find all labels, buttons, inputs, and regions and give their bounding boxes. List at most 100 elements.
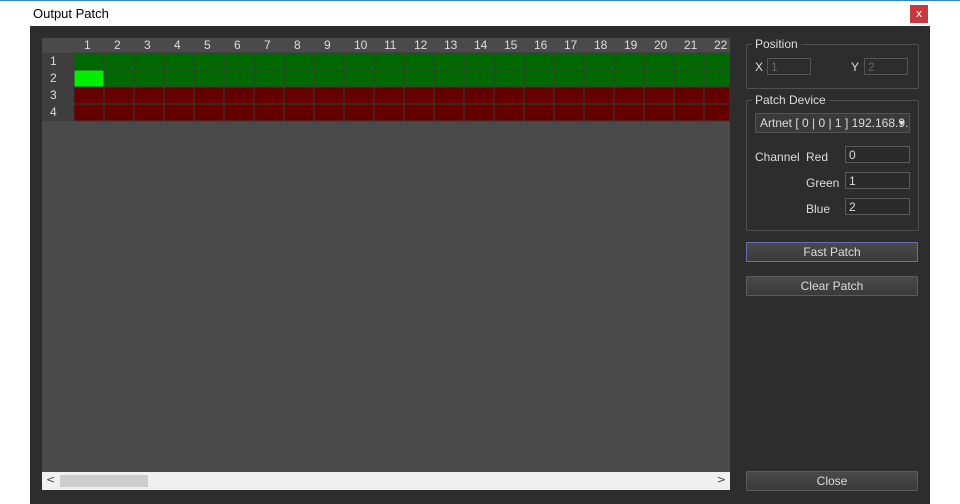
grid-cell[interactable]	[403, 86, 435, 105]
scroll-left-icon[interactable]: <	[46, 473, 55, 486]
grid-cell[interactable]	[163, 69, 195, 88]
grid-cell[interactable]	[553, 52, 585, 71]
grid-cell[interactable]	[703, 52, 730, 71]
grid-cell[interactable]	[283, 52, 315, 71]
grid-cell[interactable]	[403, 103, 435, 122]
grid-cell[interactable]	[463, 103, 495, 122]
grid-cell[interactable]	[253, 69, 285, 88]
grid-cell[interactable]	[73, 52, 105, 71]
grid-cell[interactable]	[583, 52, 615, 71]
grid-cell[interactable]	[193, 103, 225, 122]
grid-cell[interactable]	[103, 103, 135, 122]
grid-cell[interactable]	[253, 86, 285, 105]
grid-cell[interactable]	[103, 69, 135, 88]
grid-cell[interactable]	[133, 86, 165, 105]
grid-cell[interactable]	[583, 103, 615, 122]
grid-cell[interactable]	[613, 52, 645, 71]
grid-cell[interactable]	[493, 103, 525, 122]
grid-cell[interactable]	[583, 69, 615, 88]
grid-cell[interactable]	[643, 86, 675, 105]
grid-cell[interactable]	[163, 86, 195, 105]
grid-cell[interactable]	[313, 69, 345, 88]
grid-cell[interactable]	[553, 103, 585, 122]
grid-cell[interactable]	[193, 52, 225, 71]
grid-cell[interactable]	[253, 103, 285, 122]
grid-cell[interactable]	[103, 52, 135, 71]
grid-cell[interactable]	[343, 86, 375, 105]
grid-cell[interactable]	[433, 52, 465, 71]
grid-cell[interactable]	[643, 103, 675, 122]
grid-cell[interactable]	[463, 69, 495, 88]
grid-cell[interactable]	[133, 69, 165, 88]
grid-cell[interactable]	[223, 103, 255, 122]
y-field[interactable]: 2	[864, 58, 908, 75]
grid-cell[interactable]	[583, 86, 615, 105]
grid-cell[interactable]	[253, 52, 285, 71]
grid-cell[interactable]	[643, 69, 675, 88]
grid-cell[interactable]	[163, 52, 195, 71]
grid-cell[interactable]	[463, 52, 495, 71]
grid-cell[interactable]	[163, 103, 195, 122]
grid-cell[interactable]	[373, 69, 405, 88]
grid-cell[interactable]	[133, 52, 165, 71]
grid-cell[interactable]	[103, 86, 135, 105]
grid-cell[interactable]	[703, 86, 730, 105]
red-channel-field[interactable]: 0	[845, 146, 910, 163]
grid-cell[interactable]	[553, 69, 585, 88]
grid-cell[interactable]	[553, 86, 585, 105]
grid-cell[interactable]	[673, 52, 705, 71]
grid-cell[interactable]	[433, 69, 465, 88]
grid-cell[interactable]	[343, 52, 375, 71]
grid-cell[interactable]	[313, 52, 345, 71]
grid-cell[interactable]	[373, 103, 405, 122]
grid-cell[interactable]	[133, 103, 165, 122]
green-channel-field[interactable]: 1	[845, 172, 910, 189]
grid-cell[interactable]	[283, 86, 315, 105]
grid-cell[interactable]	[433, 86, 465, 105]
grid-cell[interactable]	[283, 69, 315, 88]
x-field[interactable]: 1	[767, 58, 811, 75]
grid-cell[interactable]	[403, 69, 435, 88]
grid-cell[interactable]	[643, 52, 675, 71]
close-button[interactable]: Close	[746, 471, 918, 491]
grid-cell[interactable]	[223, 52, 255, 71]
grid-cell[interactable]	[373, 86, 405, 105]
grid-cell[interactable]	[73, 86, 105, 105]
horizontal-scrollbar[interactable]: < >	[42, 472, 730, 490]
grid-cell[interactable]	[313, 103, 345, 122]
grid-cell-selected[interactable]	[73, 69, 105, 88]
clear-patch-button[interactable]: Clear Patch	[746, 276, 918, 296]
fast-patch-button[interactable]: Fast Patch	[746, 242, 918, 262]
grid-cell[interactable]	[223, 69, 255, 88]
grid-cell[interactable]	[223, 86, 255, 105]
scrollbar-thumb[interactable]	[60, 475, 148, 487]
grid-cell[interactable]	[613, 69, 645, 88]
grid-cell[interactable]	[403, 52, 435, 71]
grid-cell[interactable]	[703, 69, 730, 88]
blue-channel-field[interactable]: 2	[845, 198, 910, 215]
grid-cell[interactable]	[523, 69, 555, 88]
grid-cell[interactable]	[373, 52, 405, 71]
grid-cell[interactable]	[463, 86, 495, 105]
grid-cell[interactable]	[493, 69, 525, 88]
grid-cell[interactable]	[673, 103, 705, 122]
grid-cell[interactable]	[343, 103, 375, 122]
grid-cell[interactable]	[493, 86, 525, 105]
grid-cell[interactable]	[523, 86, 555, 105]
grid-cell[interactable]	[613, 86, 645, 105]
grid-cell[interactable]	[193, 86, 225, 105]
grid-cell[interactable]	[613, 103, 645, 122]
grid-cell[interactable]	[673, 86, 705, 105]
grid-cell[interactable]	[523, 103, 555, 122]
grid-cell[interactable]	[673, 69, 705, 88]
grid-cell[interactable]	[433, 103, 465, 122]
grid-cell[interactable]	[523, 52, 555, 71]
grid-cell[interactable]	[493, 52, 525, 71]
grid-cell[interactable]	[703, 103, 730, 122]
grid-cell[interactable]	[73, 103, 105, 122]
grid-cell[interactable]	[283, 103, 315, 122]
grid-cell[interactable]	[343, 69, 375, 88]
patch-grid[interactable]: 1 2 3 4 5 6 7 8 9 10 11 12 13 14 15 16 17 18 19 20 21 221234	[42, 38, 730, 150]
grid-cell[interactable]	[193, 69, 225, 88]
grid-cell[interactable]	[313, 86, 345, 105]
